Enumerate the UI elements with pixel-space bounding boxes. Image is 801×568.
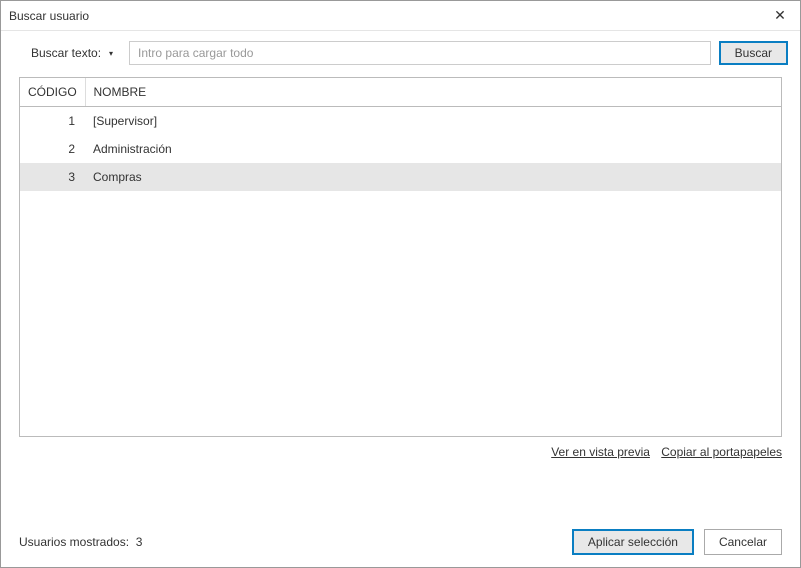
table-row[interactable]: 2Administración — [20, 135, 781, 163]
footer-buttons: Aplicar selección Cancelar — [572, 529, 782, 555]
copy-clipboard-link[interactable]: Copiar al portapapeles — [661, 445, 782, 459]
titlebar: Buscar usuario ✕ — [1, 1, 800, 31]
results-table-wrap: CÓDIGO NOMBRE 1[Supervisor]2Administraci… — [19, 77, 782, 437]
search-label: Buscar texto: — [31, 46, 101, 60]
apply-selection-button[interactable]: Aplicar selección — [572, 529, 694, 555]
preview-link[interactable]: Ver en vista previa — [551, 445, 650, 459]
window-title: Buscar usuario — [9, 9, 89, 23]
status-count: 3 — [136, 535, 143, 549]
table-row[interactable]: 3Compras — [20, 163, 781, 191]
status-text: Usuarios mostrados: 3 — [19, 535, 142, 549]
cell-name: [Supervisor] — [85, 107, 781, 136]
cell-name: Administración — [85, 135, 781, 163]
results-table: CÓDIGO NOMBRE 1[Supervisor]2Administraci… — [20, 78, 781, 191]
status-label: Usuarios mostrados: — [19, 535, 129, 549]
close-icon[interactable]: ✕ — [770, 6, 790, 26]
search-input[interactable] — [129, 41, 711, 65]
cell-name: Compras — [85, 163, 781, 191]
links-row: Ver en vista previa Copiar al portapapel… — [1, 437, 800, 459]
col-header-code[interactable]: CÓDIGO — [20, 78, 85, 107]
cancel-button[interactable]: Cancelar — [704, 529, 782, 555]
footer: Usuarios mostrados: 3 Aplicar selección … — [1, 517, 800, 567]
table-row[interactable]: 1[Supervisor] — [20, 107, 781, 136]
cell-code: 1 — [20, 107, 85, 136]
search-bar: Buscar texto: ▾ Buscar — [1, 31, 800, 73]
col-header-name[interactable]: NOMBRE — [85, 78, 781, 107]
cell-code: 3 — [20, 163, 85, 191]
search-button[interactable]: Buscar — [719, 41, 788, 65]
chevron-down-icon[interactable]: ▾ — [109, 49, 113, 58]
cell-code: 2 — [20, 135, 85, 163]
